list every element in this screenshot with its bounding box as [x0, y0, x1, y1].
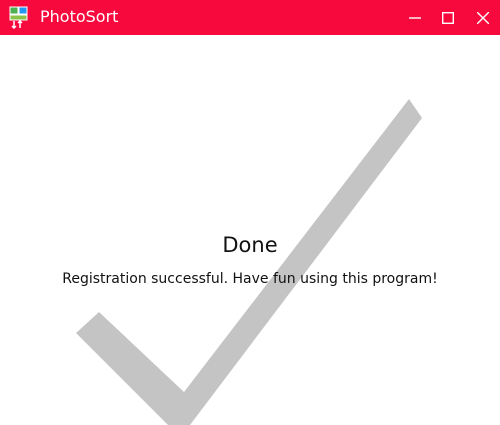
maximize-icon	[442, 11, 454, 24]
close-button[interactable]	[466, 0, 500, 35]
minimize-button[interactable]	[400, 0, 430, 35]
dialog-message: Registration successful. Have fun using …	[62, 271, 438, 287]
title-bar[interactable]: PhotoSort	[0, 0, 500, 35]
app-icon	[9, 6, 29, 30]
dialog-content: Done Registration successful. Have fun u…	[0, 35, 500, 425]
window-title: PhotoSort	[40, 7, 119, 26]
close-icon	[477, 11, 489, 24]
maximize-button[interactable]	[430, 0, 466, 35]
checkmark-icon	[76, 99, 422, 425]
app-window: PhotoSort Done Registration successful. …	[0, 0, 500, 425]
window-controls	[400, 0, 500, 35]
minimize-icon	[409, 16, 421, 19]
dialog-heading: Done	[222, 233, 278, 257]
